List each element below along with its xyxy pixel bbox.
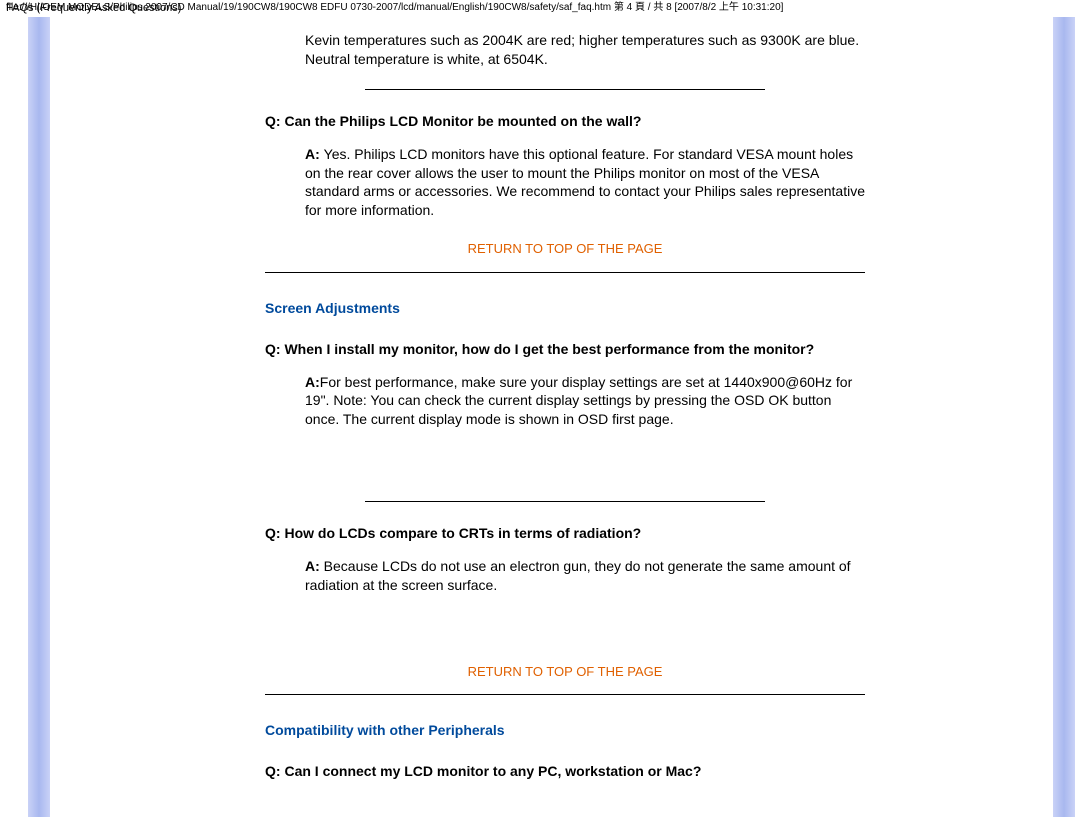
a-prefix: A: (305, 146, 324, 162)
q-prefix: Q: (265, 763, 284, 779)
section-heading: Compatibility with other Peripherals (265, 721, 865, 740)
section-heading: Screen Adjustments (265, 299, 865, 318)
return-to-top-link[interactable]: RETURN TO TOP OF THE PAGE (265, 663, 865, 681)
separator-full (265, 272, 865, 273)
left-decor-stripe (28, 17, 50, 817)
q-prefix: Q: (265, 113, 284, 129)
right-decor-stripe (1053, 17, 1075, 817)
q-text: When I install my monitor, how do I get … (284, 341, 814, 357)
a-text: For best performance, make sure your dis… (305, 374, 852, 428)
a-text: Yes. Philips LCD monitors have this opti… (305, 146, 865, 219)
a-text: Because LCDs do not use an electron gun,… (305, 558, 851, 593)
faq-question: Q: Can I connect my LCD monitor to any P… (265, 762, 865, 781)
faq-answer: A: Because LCDs do not use an electron g… (305, 557, 865, 595)
q-text: How do LCDs compare to CRTs in terms of … (284, 525, 641, 541)
q-text: Can the Philips LCD Monitor be mounted o… (284, 113, 641, 129)
separator-full (265, 694, 865, 695)
faq-question: Q: When I install my monitor, how do I g… (265, 340, 865, 359)
q-text: Can I connect my LCD monitor to any PC, … (284, 763, 701, 779)
spacer (265, 613, 865, 643)
separator (365, 501, 765, 502)
faq-question: Q: Can the Philips LCD Monitor be mounte… (265, 112, 865, 131)
footer-path: file:///H|/OEM MODELS/Philips 2007/CD Ma… (0, 0, 1072, 13)
intro-paragraph: Kevin temperatures such as 2004K are red… (305, 31, 865, 69)
q-prefix: Q: (265, 525, 284, 541)
faq-answer: A: Yes. Philips LCD monitors have this o… (305, 145, 865, 221)
a-prefix: A: (305, 374, 320, 390)
separator (365, 89, 765, 90)
return-to-top-link[interactable]: RETURN TO TOP OF THE PAGE (265, 240, 865, 258)
q-prefix: Q: (265, 341, 284, 357)
spacer (265, 447, 865, 487)
faq-question: Q: How do LCDs compare to CRTs in terms … (265, 524, 865, 543)
a-prefix: A: (305, 558, 324, 574)
main-content: Kevin temperatures such as 2004K are red… (265, 17, 865, 795)
faq-answer: A:For best performance, make sure your d… (305, 373, 865, 430)
